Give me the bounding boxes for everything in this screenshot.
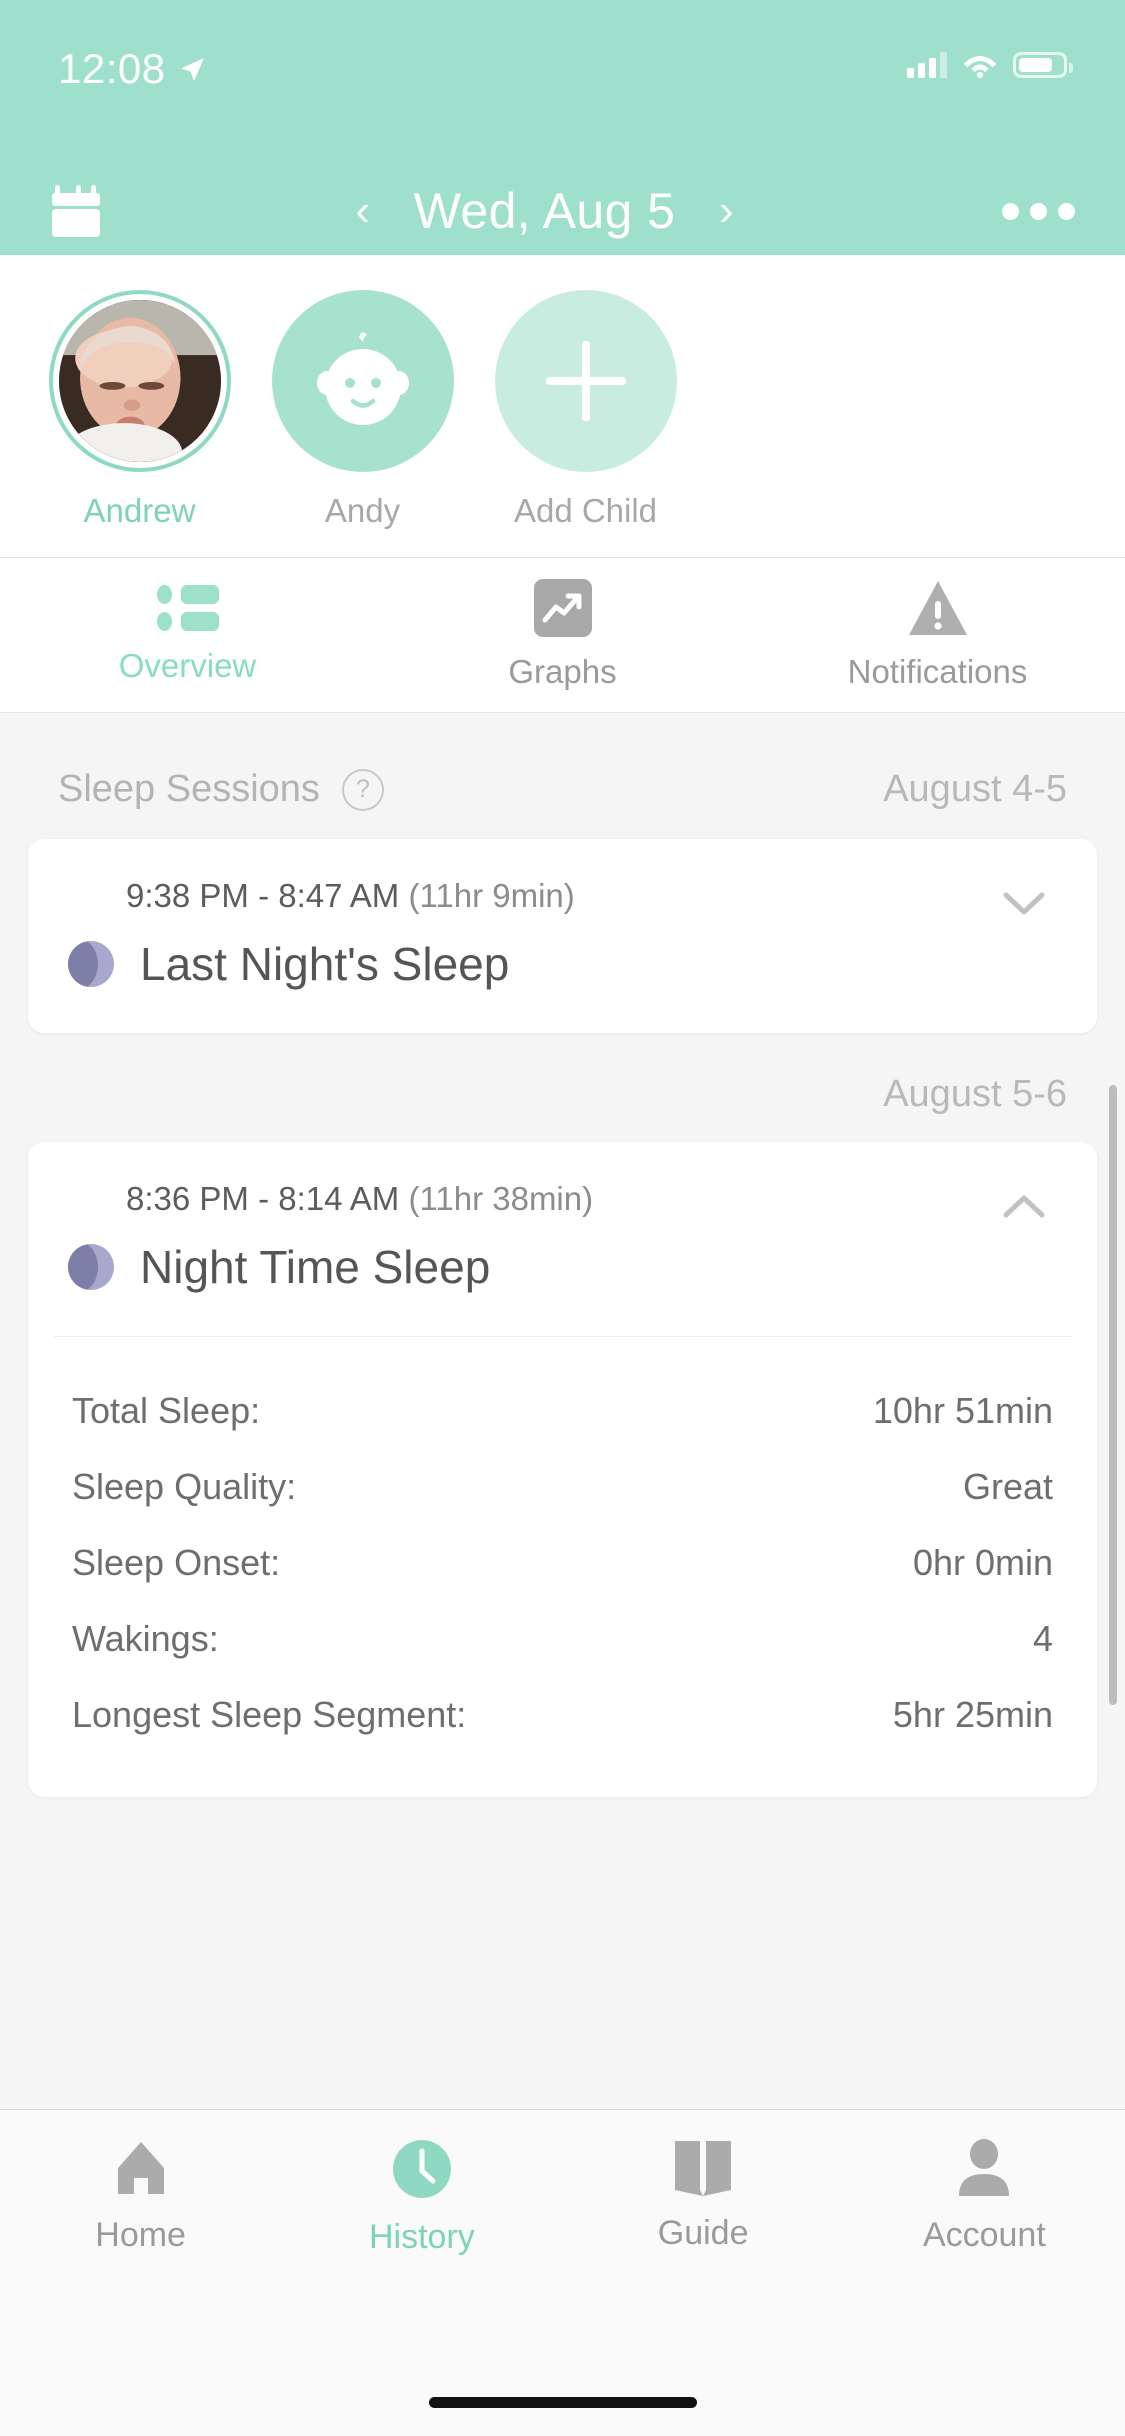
section-header: Sleep Sessions ? August 4-5 [0,713,1125,839]
avatar[interactable] [48,290,231,472]
child-selector: Andrew Andy Add Child [0,255,1125,558]
bottom-navigation: Home History Guide Account [0,2109,1125,2436]
moon-icon [68,1244,114,1290]
section-header-left: Sleep Sessions ? [58,768,384,811]
moon-icon [68,941,114,987]
vertical-scrollbar[interactable] [1109,1085,1117,1705]
plus-icon [545,341,626,421]
detail-label: Wakings: [72,1618,219,1659]
detail-label: Sleep Onset: [72,1542,281,1583]
wifi-icon [964,56,996,78]
list-icon [156,585,219,631]
sleep-sessions-list[interactable]: Sleep Sessions ? August 4-5 9:38 PM - 8:… [0,713,1125,2109]
next-day-button[interactable]: › [711,189,741,233]
sleep-session-card[interactable]: 8:36 PM - 8:14 AM (11hr 38min) Night Tim… [28,1142,1097,1797]
session-details: Total Sleep: 10hr 51min Sleep Quality: G… [28,1337,1097,1797]
nav-item-history[interactable]: History [281,2138,562,2300]
page-title: Sleep Sessions [58,768,320,810]
current-date-label: Wed, Aug 5 [413,183,676,239]
child-name-label: Andrew [83,492,196,529]
detail-value: Great [962,1466,1053,1507]
child-item-andy[interactable]: Andy [251,290,474,530]
detail-row-sleep-quality: Sleep Quality: Great [72,1449,1053,1525]
group-date-range: August 5-6 [883,1073,1067,1115]
status-right [907,52,1073,78]
status-left: 12:08 [58,48,206,90]
detail-label: Longest Sleep Segment: [72,1694,467,1735]
status-bar: 12:08 [0,0,1125,170]
cellular-signal-icon [907,52,947,78]
child-item-andrew[interactable]: Andrew [28,290,251,530]
bottom-nav-items: Home History Guide Account [0,2110,1125,2300]
add-child-label: Add Child [513,492,658,529]
sleep-session-card[interactable]: 9:38 PM - 8:47 AM (11hr 9min) Last Night… [28,839,1097,1033]
clock-icon [391,2138,453,2200]
session-time-row: 8:36 PM - 8:14 AM (11hr 38min) [68,1180,1057,1218]
detail-value: 5hr 25min [892,1694,1053,1735]
date-selector: ‹ Wed, Aug 5 › [104,182,985,240]
calendar-icon[interactable] [50,183,104,239]
prev-day-button[interactable]: ‹ [348,189,378,233]
section-header-2: August 5-6 [0,1033,1125,1142]
group-date-range: August 4-5 [883,768,1067,810]
chevron-up-icon[interactable] [1003,1194,1045,1220]
more-options-icon[interactable] [985,202,1075,220]
add-child-button[interactable] [494,290,677,472]
session-duration: (11hr 9min) [408,877,575,914]
trend-chart-icon [533,579,592,637]
tab-graphs[interactable]: Graphs [375,558,750,712]
child-photo [58,300,221,462]
session-duration: (11hr 38min) [408,1180,594,1217]
session-title: Night Time Sleep [140,1241,491,1293]
date-nav-row: ‹ Wed, Aug 5 › [0,167,1125,255]
detail-value: 0hr 0min [912,1542,1053,1583]
detail-row-total-sleep: Total Sleep: 10hr 51min [72,1373,1053,1449]
sleep-session-header[interactable]: 9:38 PM - 8:47 AM (11hr 9min) Last Night… [28,839,1097,1033]
child-name-label: Andy [324,492,401,529]
nav-item-history-label: History [368,2218,475,2256]
section-tabs: Overview Graphs Notifications [0,558,1125,713]
session-time-row: 9:38 PM - 8:47 AM (11hr 9min) [68,877,1057,915]
warning-triangle-icon [907,579,969,637]
session-title-row: Night Time Sleep [68,1240,1057,1294]
detail-row-longest-segment: Longest Sleep Segment: 5hr 25min [72,1677,1053,1753]
chevron-down-icon[interactable] [1003,891,1045,917]
book-icon [672,2138,734,2196]
detail-row-sleep-onset: Sleep Onset: 0hr 0min [72,1525,1053,1601]
session-times: 9:38 PM - 8:47 AM [126,877,400,914]
detail-value: 10hr 51min [872,1390,1053,1431]
nav-item-home[interactable]: Home [0,2138,281,2300]
nav-item-guide[interactable]: Guide [563,2138,844,2300]
nav-item-account[interactable]: Account [844,2138,1125,2300]
nav-item-account-label: Account [922,2216,1046,2254]
help-icon[interactable]: ? [341,768,384,811]
tab-overview-label: Overview [118,647,257,684]
detail-value: 4 [1032,1618,1053,1659]
person-icon [956,2138,1012,2198]
app-screen: ‹ Wed, Aug 5 › 12:08 Andrew Andy Add Chi… [0,0,1125,2436]
home-icon [112,2138,170,2198]
nav-item-home-label: Home [95,2216,186,2254]
tab-graphs-label: Graphs [508,653,617,690]
session-title-row: Last Night's Sleep [68,937,1057,991]
location-arrow-icon [180,58,204,81]
detail-row-wakings: Wakings: 4 [72,1601,1053,1677]
session-times: 8:36 PM - 8:14 AM [126,1180,400,1217]
detail-label: Sleep Quality: [72,1466,297,1507]
session-title: Last Night's Sleep [140,938,510,990]
detail-label: Total Sleep: [72,1390,261,1431]
tab-notifications-label: Notifications [847,653,1028,690]
home-indicator [428,2397,697,2408]
child-item-add[interactable]: Add Child [474,290,697,530]
nav-item-guide-label: Guide [657,2214,749,2252]
battery-icon [1013,52,1073,78]
tab-overview[interactable]: Overview [0,558,375,712]
status-time: 12:08 [58,45,166,92]
sleep-session-header[interactable]: 8:36 PM - 8:14 AM (11hr 38min) Night Tim… [28,1142,1097,1336]
baby-face-icon[interactable] [271,290,454,472]
tab-notifications[interactable]: Notifications [750,558,1125,712]
